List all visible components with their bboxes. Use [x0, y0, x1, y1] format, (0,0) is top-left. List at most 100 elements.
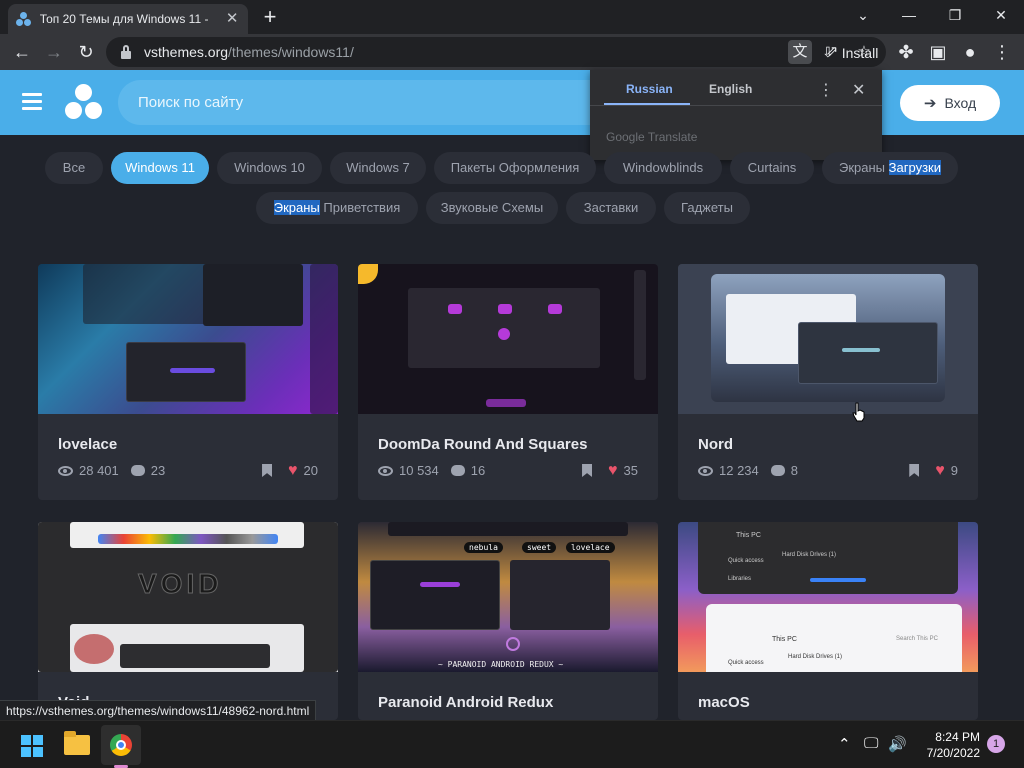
system-clock[interactable]: 8:24 PM 7/20/2022	[916, 729, 980, 761]
link-status-bar: https://vsthemes.org/themes/windows11/48…	[0, 700, 317, 720]
show-hidden-icons-icon[interactable]: ⌃	[838, 735, 851, 753]
site-logo[interactable]	[64, 84, 104, 122]
extensions-icon[interactable]: ✤	[892, 38, 920, 66]
mac-light-quick: Quick access	[728, 660, 764, 666]
filter-sound-schemes[interactable]: Звуковые Схемы	[426, 192, 558, 224]
translate-close-icon[interactable]: ✕	[852, 80, 865, 100]
side-panel-icon[interactable]: ▣	[924, 38, 952, 66]
filter-windows-11[interactable]: Windows 11	[111, 152, 209, 184]
card-stats: 12 234 8	[698, 463, 798, 478]
mac-dark-drives: Hard Disk Drives (1)	[782, 552, 837, 558]
windows-start-icon[interactable]	[21, 735, 43, 757]
tab-title: Топ 20 Темы для Windows 11 -	[39, 12, 209, 26]
chrome-taskbar-button[interactable]	[101, 725, 141, 765]
views-count: 28 401	[79, 463, 119, 478]
menu-kebab-icon[interactable]: ⋮	[988, 38, 1016, 66]
filter-windows-10[interactable]: Windows 10	[217, 152, 322, 184]
filter-boot-screens[interactable]: Экраны Загрузки	[822, 152, 958, 184]
theme-card-lovelace[interactable]: lovelace 28 401 23 ♥ 20	[38, 264, 338, 500]
para-caption: ~ PARANOID ANDROID REDUX ~	[438, 660, 564, 669]
tab-search-icon[interactable]: ⌄	[840, 0, 886, 30]
likes-count: 35	[623, 463, 638, 478]
comments-icon	[770, 465, 785, 476]
login-button[interactable]: ➔ Вход	[900, 85, 1000, 121]
forward-icon[interactable]: →	[40, 38, 68, 66]
views-count: 10 534	[399, 463, 439, 478]
theme-card-void[interactable]: VOID Void	[38, 522, 338, 720]
theme-thumbnail[interactable]	[678, 264, 978, 414]
comments-count: 16	[470, 463, 486, 478]
address-bar[interactable]: vsthemes.org/themes/windows11/ ⇩ Install…	[106, 37, 886, 67]
tab-close-icon[interactable]: ✕	[224, 11, 240, 27]
heart-icon[interactable]: ♥	[288, 463, 298, 479]
theme-thumbnail[interactable]	[38, 264, 338, 414]
mac-light-this-pc: This PC	[772, 636, 797, 643]
card-stats: 10 534 16	[378, 463, 485, 478]
bookmark-icon[interactable]	[262, 464, 273, 477]
theme-card-doomda[interactable]: DoomDa Round And Squares 10 534 16 ♥ 35	[358, 264, 658, 500]
theme-card-macos[interactable]: This PC Quick access Libraries Hard Disk…	[678, 522, 978, 720]
mac-dark-this-pc: This PC	[736, 532, 761, 539]
filter-curtains[interactable]: Curtains	[730, 152, 814, 184]
card-title[interactable]: macOS	[698, 694, 750, 711]
close-window-button[interactable]: ✕	[978, 0, 1024, 30]
filter-welcome-screens-word2: Приветствия	[323, 200, 401, 215]
browser-tabstrip: Топ 20 Темы для Windows 11 - ✕ + ⌄ — ❐ ✕	[0, 0, 1024, 34]
card-title[interactable]: lovelace	[58, 436, 117, 453]
filter-all[interactable]: Все	[45, 152, 103, 184]
translate-icon[interactable]: 文	[788, 40, 812, 64]
theme-thumbnail[interactable]: This PC Quick access Libraries Hard Disk…	[678, 522, 978, 672]
network-icon[interactable]: 🖵	[864, 735, 878, 752]
bookmark-star-icon[interactable]: ☆	[852, 40, 876, 64]
filter-screensavers[interactable]: Заставки	[566, 192, 656, 224]
filter-packs[interactable]: Пакеты Оформления	[434, 152, 596, 184]
clock-date: 7/20/2022	[926, 746, 980, 760]
browser-tab[interactable]: Топ 20 Темы для Windows 11 - ✕	[8, 4, 248, 34]
browser-toolbar: ← → ↻ vsthemes.org/themes/windows11/ ⇩ I…	[0, 34, 1024, 70]
notification-badge[interactable]: 1	[987, 735, 1005, 753]
theme-card-paranoid[interactable]: nebula sweet lovelace ~ PARANOID ANDROID…	[358, 522, 658, 720]
theme-thumbnail[interactable]: nebula sweet lovelace ~ PARANOID ANDROID…	[358, 522, 658, 672]
para-tag-lovelace: lovelace	[566, 542, 615, 553]
file-explorer-icon[interactable]	[64, 731, 90, 755]
hamburger-menu-icon[interactable]	[22, 93, 42, 111]
volume-icon[interactable]: 🔊	[888, 735, 907, 753]
card-title[interactable]: DoomDa Round And Squares	[378, 436, 587, 453]
filter-boot-screens-word2: Загрузки	[888, 160, 941, 175]
translate-options-icon[interactable]: ⋮	[818, 80, 834, 100]
views-icon	[698, 465, 713, 476]
filter-welcome-screens[interactable]: Экраны Приветствия	[256, 192, 418, 224]
new-tab-button[interactable]: +	[258, 5, 282, 29]
back-icon[interactable]: ←	[8, 38, 36, 66]
mac-dark-quick: Quick access	[728, 558, 764, 564]
views-count: 12 234	[719, 463, 759, 478]
theme-thumbnail[interactable]: VOID	[38, 522, 338, 672]
profile-icon[interactable]: ●	[956, 38, 984, 66]
theme-thumbnail[interactable]	[358, 264, 658, 414]
filter-windows-7[interactable]: Windows 7	[330, 152, 426, 184]
filter-welcome-screens-word1: Экраны	[273, 200, 320, 215]
reload-icon[interactable]: ↻	[72, 38, 100, 66]
card-title[interactable]: Nord	[698, 436, 733, 453]
lock-icon[interactable]	[120, 45, 132, 59]
chrome-icon	[110, 734, 132, 756]
login-label: Вход	[944, 95, 977, 111]
card-title[interactable]: Paranoid Android Redux	[378, 694, 553, 711]
comments-icon	[450, 465, 465, 476]
card-stats: 28 401 23	[58, 463, 165, 478]
comments-icon	[130, 465, 145, 476]
bookmark-icon[interactable]	[909, 464, 920, 477]
heart-icon[interactable]: ♥	[608, 463, 618, 479]
filter-gadgets[interactable]: Гаджеты	[664, 192, 750, 224]
theme-card-nord[interactable]: Nord 12 234 8 ♥ 9	[678, 264, 978, 500]
restore-button[interactable]: ❐	[932, 0, 978, 30]
bookmark-icon[interactable]	[582, 464, 593, 477]
share-icon[interactable]: ⇗	[820, 40, 844, 64]
card-actions: ♥ 35	[582, 463, 638, 479]
filter-windowblinds[interactable]: Windowblinds	[604, 152, 722, 184]
heart-icon[interactable]: ♥	[935, 463, 945, 479]
windows-taskbar: ⌃ 🖵 🔊 8:24 PM 7/20/2022 1	[0, 720, 1024, 768]
translate-tab-target[interactable]: English	[709, 82, 752, 96]
translate-tab-source[interactable]: Russian	[626, 82, 673, 96]
minimize-button[interactable]: —	[886, 0, 932, 30]
